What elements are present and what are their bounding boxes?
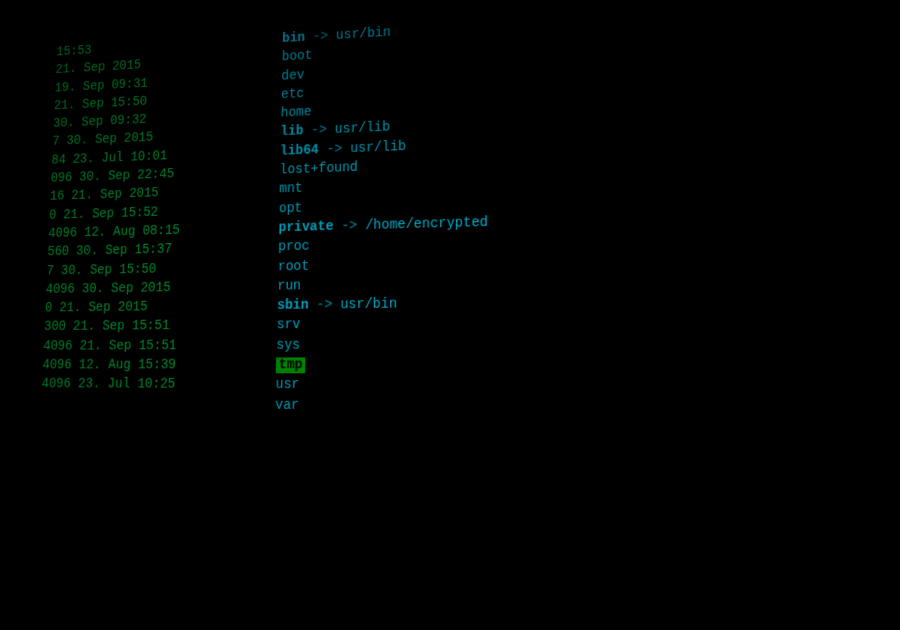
line-left: 4096 12. Aug 15:39 — [42, 356, 276, 376]
line-left: 4096 21. Sep 15:51 — [43, 336, 277, 356]
line-left: 300 21. Sep 15:51 — [44, 316, 277, 337]
line-right: lost+found — [279, 158, 358, 180]
line-left: 4096 23. Jul 10:25 — [41, 375, 276, 395]
line-right: usr — [275, 376, 299, 396]
line-left: 0 21. Sep 2015 — [45, 296, 278, 318]
line-right: dev — [281, 66, 304, 86]
line-right: root — [278, 257, 310, 277]
line-right: sbin -> usr/bin — [277, 295, 397, 316]
line-left — [41, 407, 275, 409]
line-right: srv — [277, 316, 301, 336]
terminal-content: 15:53bin -> usr/bin21. Sep 2015boot19. S… — [24, 0, 900, 630]
terminal-line: 4096 12. Aug 15:39tmp — [42, 354, 900, 376]
line-right: home — [281, 103, 312, 123]
line-right: mnt — [279, 180, 303, 200]
line-right: boot — [282, 47, 313, 67]
line-right: sys — [276, 336, 300, 356]
line-right: tmp — [276, 356, 306, 376]
line-right: proc — [278, 237, 310, 257]
line-right: etc — [281, 85, 304, 105]
line-right: var — [275, 395, 299, 415]
terminal-line: var — [40, 394, 900, 421]
terminal-window: 15:53bin -> usr/bin21. Sep 2015boot19. S… — [24, 0, 900, 630]
line-right: opt — [279, 199, 303, 219]
line-right: run — [277, 277, 301, 297]
